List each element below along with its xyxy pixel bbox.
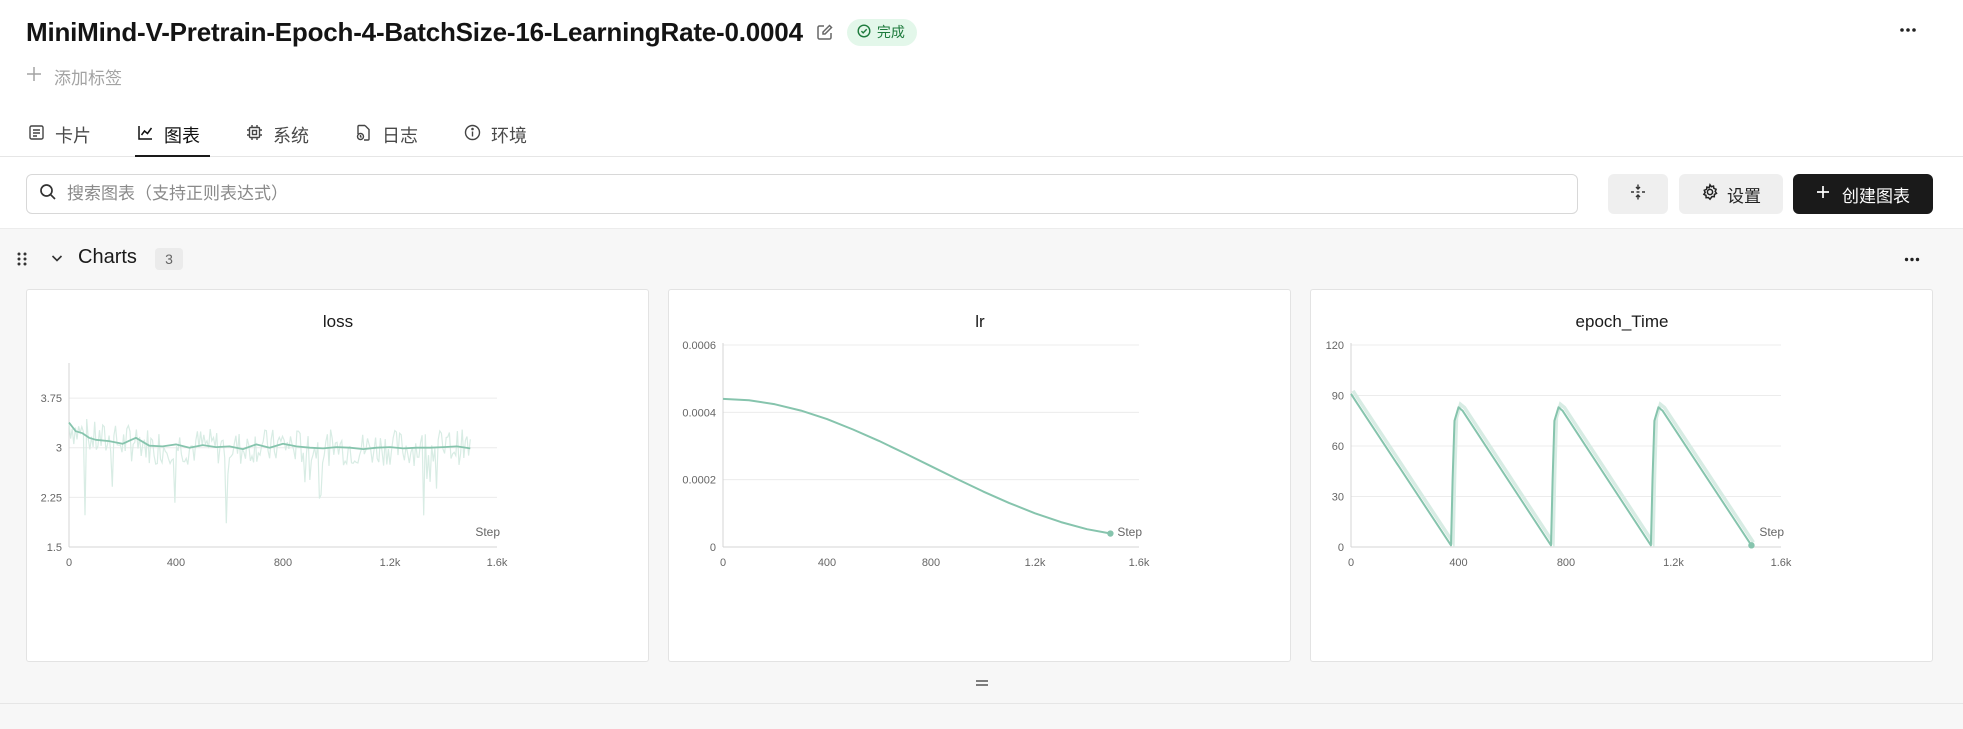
info-icon (464, 124, 481, 146)
chart-title: lr (975, 312, 985, 331)
tab-environment-label: 环境 (491, 125, 527, 146)
tab-charts-label: 图表 (164, 125, 200, 146)
card-icon (28, 124, 45, 146)
section-header: Charts 3 (0, 229, 1963, 289)
plus-icon (26, 66, 42, 87)
series-end-point (1107, 530, 1114, 537)
series-line (722, 397, 1111, 535)
y-tick-label: 3.75 (41, 393, 62, 405)
x-tick-label: 800 (274, 557, 292, 569)
x-tick-label: 1.6k (1771, 557, 1792, 569)
y-tick-label: 1.5 (47, 542, 62, 554)
tab-card-label: 卡片 (55, 125, 91, 146)
section-divider (0, 703, 1963, 704)
chart-card-lr[interactable]: lr 0 0.0002 0.0004 0.0006 0 400 800 1.2k 1.6k Step (668, 289, 1291, 662)
x-axis-label: Step (475, 525, 500, 539)
check-circle-icon (857, 23, 871, 41)
tab-bar: 卡片 图表 系统 日志 环境 (26, 112, 571, 158)
loss-chart: loss 1.5 2.25 3 3.75 0 400 800 1.2k 1.6k Step (41, 312, 508, 569)
y-tick-label: 0.0002 (682, 475, 716, 487)
lr-chart: lr 0 0.0002 0.0004 0.0006 0 400 800 1.2k 1.6k Step (682, 312, 1150, 569)
page-title: MiniMind-V-Pretrain-Epoch-4-BatchSize-16… (26, 16, 803, 47)
x-tick-label: 0 (720, 557, 726, 569)
plus-icon (1816, 184, 1830, 204)
x-tick-label: 800 (922, 557, 940, 569)
x-tick-label: 1.2k (1663, 557, 1684, 569)
y-tick-label: 0.0006 (682, 340, 716, 352)
status-text: 完成 (876, 24, 905, 40)
section-title: Charts (78, 246, 137, 268)
search-icon (39, 183, 57, 206)
drag-handle-icon[interactable] (16, 251, 28, 272)
series-raw-line (68, 418, 471, 524)
series-end-point (1748, 542, 1755, 549)
y-tick-label: 120 (1326, 340, 1344, 352)
tab-logs[interactable]: 日志 (353, 112, 428, 157)
tab-card[interactable]: 卡片 (26, 112, 101, 157)
chart-card-epoch-time[interactable]: epoch_Time 0 30 60 90 120 0 400 800 1.2k 1.6k Step (1310, 289, 1933, 662)
x-tick-label: 1.6k (1129, 557, 1150, 569)
collapse-all-button[interactable] (1608, 174, 1668, 214)
title-row: MiniMind-V-Pretrain-Epoch-4-BatchSize-16… (26, 14, 917, 50)
section-more-icon[interactable] (1896, 247, 1928, 271)
y-tick-label: 0 (1338, 542, 1344, 554)
y-tick-label: 30 (1332, 492, 1344, 504)
tab-logs-label: 日志 (382, 125, 418, 146)
settings-button[interactable]: 设置 (1679, 174, 1783, 214)
chart-card-loss[interactable]: loss 1.5 2.25 3 3.75 0 400 800 1.2k 1.6k Step (26, 289, 649, 662)
create-chart-label: 创建图表 (1842, 186, 1910, 206)
settings-label: 设置 (1727, 186, 1761, 206)
charts-section: Charts 3 loss 1.5 2.25 3 3.75 0 400 800 1.2k 1.6k… (0, 229, 1963, 729)
more-options-icon[interactable] (1892, 16, 1924, 44)
resize-handle-icon[interactable] (970, 676, 994, 690)
epoch-time-chart: epoch_Time 0 30 60 90 120 0 400 800 1.2k 1.6k Step (1326, 312, 1792, 569)
x-tick-label: 0 (1348, 557, 1354, 569)
tab-charts[interactable]: 图表 (135, 112, 210, 158)
add-tag-button[interactable]: 添加标签 (26, 64, 122, 89)
x-tick-label: 400 (1449, 557, 1467, 569)
x-tick-label: 400 (167, 557, 185, 569)
y-tick-label: 0.0004 (682, 407, 716, 419)
x-tick-label: 400 (818, 557, 836, 569)
line-chart-icon (137, 124, 154, 146)
y-tick-label: 0 (710, 542, 716, 554)
y-tick-label: 90 (1332, 391, 1344, 403)
search-input[interactable] (67, 184, 1577, 204)
series-line (1350, 393, 1753, 547)
tab-system-label: 系统 (273, 125, 309, 146)
tab-environment[interactable]: 环境 (462, 112, 537, 157)
x-tick-label: 800 (1557, 557, 1575, 569)
compress-icon (1629, 183, 1647, 206)
log-icon (355, 124, 372, 146)
y-tick-label: 60 (1332, 441, 1344, 453)
y-tick-label: 2.25 (41, 492, 62, 504)
create-chart-button[interactable]: 创建图表 (1793, 174, 1933, 214)
x-tick-label: 1.2k (380, 557, 401, 569)
x-tick-label: 1.2k (1025, 557, 1046, 569)
tab-system[interactable]: 系统 (244, 112, 319, 157)
y-tick-label: 3 (56, 443, 62, 455)
chip-icon (246, 124, 263, 146)
gear-icon (1701, 182, 1719, 206)
edit-icon[interactable] (815, 22, 835, 42)
chart-title: epoch_Time (1576, 312, 1669, 331)
x-tick-label: 1.6k (487, 557, 508, 569)
chart-toolbar: 设置 创建图表 (0, 157, 1963, 229)
x-axis-label: Step (1759, 525, 1784, 539)
x-axis-label: Step (1117, 525, 1142, 539)
x-tick-label: 0 (66, 557, 72, 569)
chevron-down-icon[interactable] (50, 251, 64, 270)
add-tag-label: 添加标签 (54, 69, 122, 88)
search-box (26, 174, 1578, 214)
chart-count-badge: 3 (155, 248, 183, 270)
run-header: MiniMind-V-Pretrain-Epoch-4-BatchSize-16… (0, 0, 1963, 158)
chart-title: loss (323, 312, 353, 331)
status-badge: 完成 (846, 18, 917, 46)
